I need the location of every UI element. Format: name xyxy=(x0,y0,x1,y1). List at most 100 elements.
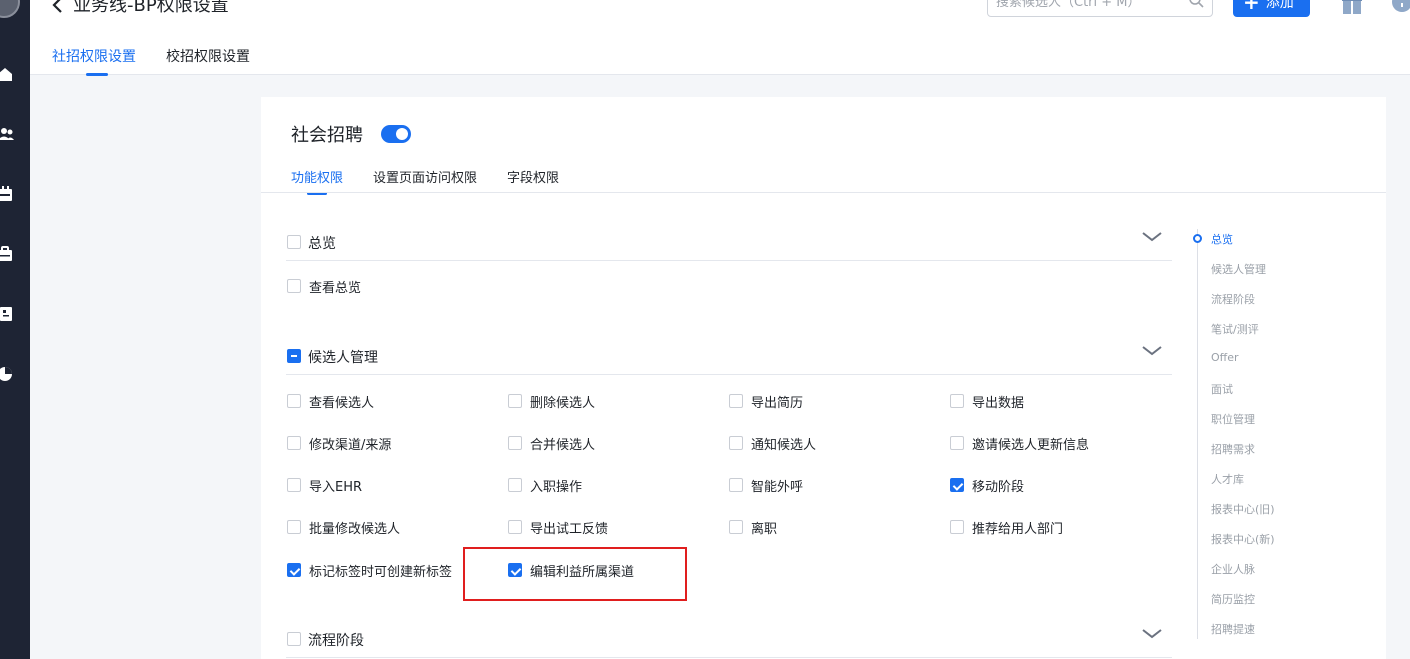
checkbox[interactable] xyxy=(729,520,743,534)
pie-chart-icon[interactable] xyxy=(0,366,14,382)
option-export-resume[interactable]: 导出简历 xyxy=(729,391,803,411)
checkbox[interactable] xyxy=(508,436,522,450)
checkbox[interactable] xyxy=(950,520,964,534)
anchor-item-requirement[interactable]: 招聘需求 xyxy=(1211,441,1255,457)
section-overview-header[interactable]: 总览 xyxy=(286,221,1172,261)
search-box[interactable] xyxy=(987,0,1213,17)
option-batch-edit[interactable]: 批量修改候选人 xyxy=(287,517,400,537)
help-icon[interactable] xyxy=(1392,0,1410,18)
checkbox[interactable] xyxy=(508,394,522,408)
gift-icon[interactable] xyxy=(1342,0,1362,18)
checkbox[interactable] xyxy=(287,394,301,408)
option-export-data[interactable]: 导出数据 xyxy=(950,391,1024,411)
add-button-label: 添加 xyxy=(1265,0,1294,11)
checkbox[interactable] xyxy=(729,478,743,492)
sidebar xyxy=(0,0,30,659)
option-edit-channel[interactable]: 修改渠道/来源 xyxy=(287,433,391,453)
anchor-item-offer[interactable]: Offer xyxy=(1211,351,1239,364)
section-pipeline-checkbox[interactable] xyxy=(287,632,301,646)
anchor-item-report-new[interactable]: 报表中心(新) xyxy=(1211,531,1275,547)
section-candidate-label: 候选人管理 xyxy=(308,350,378,366)
anchor-item-network[interactable]: 企业人脉 xyxy=(1211,561,1255,577)
option-delete-candidate[interactable]: 删除候选人 xyxy=(508,391,595,411)
checkbox[interactable] xyxy=(950,436,964,450)
anchor-item-candidate[interactable]: 候选人管理 xyxy=(1211,261,1266,277)
option-resign[interactable]: 离职 xyxy=(729,517,777,537)
option-label: 合并候选人 xyxy=(530,437,596,453)
checkbox[interactable] xyxy=(287,563,301,577)
tab-social-recruit[interactable]: 社招权限设置 xyxy=(52,46,136,76)
page-title: 业务线-BP权限设置 xyxy=(73,0,229,16)
option-label: 批量修改候选人 xyxy=(309,521,401,537)
anchor-line xyxy=(1197,229,1198,639)
anchor-item-talent-pool[interactable]: 人才库 xyxy=(1211,471,1244,487)
option-view-overview[interactable]: 查看总览 xyxy=(287,276,361,296)
checkbox[interactable] xyxy=(508,478,522,492)
section-overview-label: 总览 xyxy=(308,236,336,252)
enable-toggle[interactable] xyxy=(381,125,411,143)
option-label: 删除候选人 xyxy=(530,395,596,411)
option-label: 导出数据 xyxy=(972,395,1025,411)
option-label: 智能外呼 xyxy=(751,479,804,495)
checkbox[interactable] xyxy=(287,436,301,450)
checkbox[interactable] xyxy=(287,478,301,492)
option-notify-candidate[interactable]: 通知候选人 xyxy=(729,433,816,453)
option-label: 邀请候选人更新信息 xyxy=(972,437,1090,453)
option-recommend-dept[interactable]: 推荐给用人部门 xyxy=(950,517,1063,537)
option-smart-call[interactable]: 智能外呼 xyxy=(729,475,803,495)
option-invite-update[interactable]: 邀请候选人更新信息 xyxy=(950,433,1089,453)
section-pipeline-label: 流程阶段 xyxy=(308,633,364,649)
checkbox[interactable] xyxy=(950,394,964,408)
checkbox[interactable] xyxy=(729,394,743,408)
option-label: 查看候选人 xyxy=(309,395,375,411)
option-view-candidate[interactable]: 查看候选人 xyxy=(287,391,374,411)
chevron-down-icon[interactable] xyxy=(1142,628,1162,644)
chevron-down-icon[interactable] xyxy=(1142,231,1162,247)
option-onboarding[interactable]: 入职操作 xyxy=(508,475,582,495)
option-move-stage[interactable]: 移动阶段 xyxy=(950,475,1024,495)
option-create-tag[interactable]: 标记标签时可创建新标签 xyxy=(287,560,452,580)
search-icon[interactable] xyxy=(1188,0,1204,12)
anchor-item-pipeline[interactable]: 流程阶段 xyxy=(1211,291,1255,307)
anchor-item-overview[interactable]: 总览 xyxy=(1211,231,1233,247)
checkbox[interactable] xyxy=(508,520,522,534)
anchor-item-report-old[interactable]: 报表中心(旧) xyxy=(1211,501,1275,517)
highlight-box xyxy=(463,547,687,601)
chevron-down-icon[interactable] xyxy=(1142,345,1162,361)
subtab-page-access[interactable]: 设置页面访问权限 xyxy=(373,167,477,195)
anchor-item-speedup[interactable]: 招聘提速 xyxy=(1211,621,1255,637)
briefcase-icon[interactable] xyxy=(0,246,14,262)
option-import-ehr[interactable]: 导入EHR xyxy=(287,475,362,495)
users-icon[interactable] xyxy=(0,126,14,142)
avatar[interactable] xyxy=(0,0,20,18)
option-label: 查看总览 xyxy=(309,280,362,296)
search-input[interactable] xyxy=(996,0,1186,13)
checkbox[interactable] xyxy=(287,279,301,293)
anchor-item-exam[interactable]: 笔试/测评 xyxy=(1211,321,1259,337)
tab-campus-recruit[interactable]: 校招权限设置 xyxy=(166,46,250,76)
section-candidate-header[interactable]: 候选人管理 xyxy=(286,335,1172,375)
option-label: 移动阶段 xyxy=(972,479,1025,495)
back-arrow-icon[interactable] xyxy=(50,0,66,16)
section-pipeline-header[interactable]: 流程阶段 xyxy=(286,618,1172,658)
option-label: 通知候选人 xyxy=(751,437,817,453)
option-export-trial-feedback[interactable]: 导出试工反馈 xyxy=(508,517,608,537)
subtab-function-permission[interactable]: 功能权限 xyxy=(291,167,343,195)
anchor-item-resume-monitor[interactable]: 简历监控 xyxy=(1211,591,1255,607)
card-title: 社会招聘 xyxy=(291,125,363,146)
anchor-item-interview[interactable]: 面试 xyxy=(1211,381,1233,397)
checkbox[interactable] xyxy=(729,436,743,450)
anchor-item-position[interactable]: 职位管理 xyxy=(1211,411,1255,427)
section-candidate-checkbox[interactable] xyxy=(287,349,301,363)
section-overview-checkbox[interactable] xyxy=(287,235,301,249)
home-icon[interactable] xyxy=(0,66,14,82)
calendar-icon[interactable] xyxy=(0,186,14,202)
option-merge-candidate[interactable]: 合并候选人 xyxy=(508,433,595,453)
add-button[interactable]: + 添加 xyxy=(1233,0,1310,17)
top-bar: 业务线-BP权限设置 + 添加 社招权限设置 校招权限设置 xyxy=(30,0,1410,76)
subtab-field-permission[interactable]: 字段权限 xyxy=(507,167,559,195)
contacts-icon[interactable] xyxy=(0,306,14,322)
checkbox[interactable] xyxy=(950,478,964,492)
option-label: 导入EHR xyxy=(309,479,363,495)
checkbox[interactable] xyxy=(287,520,301,534)
